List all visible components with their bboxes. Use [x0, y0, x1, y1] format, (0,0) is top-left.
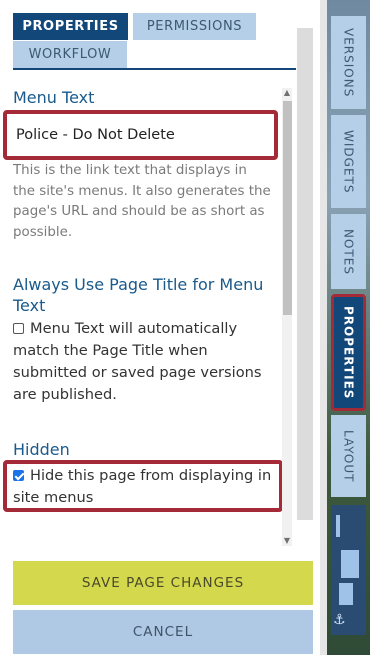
side-tab-notes[interactable]: NOTES — [331, 214, 366, 289]
layout-block-icon — [341, 550, 359, 578]
scroll-up-arrow-icon[interactable]: ▲ — [282, 88, 292, 98]
scroll-down-arrow-icon[interactable]: ▼ — [282, 536, 292, 546]
side-tab-widgets[interactable]: WIDGETS — [331, 115, 366, 208]
tab-properties[interactable]: PROPERTIES — [13, 13, 128, 40]
always-use-title-option[interactable]: Menu Text will automatically match the P… — [13, 318, 283, 406]
hide-from-menus-label: Hide this page from displaying in site m… — [13, 467, 272, 506]
menu-text-input[interactable] — [7, 114, 274, 156]
always-use-title-label: Menu Text will automatically match the P… — [13, 320, 262, 403]
layout-block-icon — [339, 583, 353, 605]
side-tab-layout-label: LAYOUT — [341, 429, 356, 483]
side-tab-notes-label: NOTES — [341, 228, 356, 275]
panel-scrollbar[interactable] — [297, 28, 313, 520]
hidden-heading: Hidden — [13, 440, 70, 459]
menu-text-help: This is the link text that displays in t… — [13, 163, 271, 240]
always-use-title-checkbox[interactable] — [13, 323, 24, 334]
side-tab-properties-label: PROPERTIES — [341, 305, 356, 400]
hidden-option[interactable]: Hide this page from displaying in site m… — [13, 465, 273, 509]
side-tab-versions[interactable]: VERSIONS — [331, 16, 366, 109]
layout-block-icon — [336, 515, 340, 537]
menu-text-heading: Menu Text — [13, 88, 95, 107]
anchor-icon[interactable]: ⚓ — [333, 612, 346, 628]
menu-text-field-highlight — [3, 110, 278, 160]
scrollbar-thumb[interactable] — [283, 101, 292, 315]
properties-panel: PROPERTIES PERMISSIONS WORKFLOW Menu Tex… — [0, 0, 320, 655]
side-tab-versions-label: VERSIONS — [341, 27, 356, 98]
always-use-title-heading: Always Use Page Title for Menu Text — [13, 275, 264, 315]
tab-permissions[interactable]: PERMISSIONS — [133, 13, 256, 40]
hide-from-menus-checkbox[interactable] — [13, 470, 24, 481]
side-tab-layout[interactable]: LAYOUT — [331, 415, 366, 497]
side-tab-widgets-label: WIDGETS — [341, 129, 356, 194]
side-tab-properties[interactable]: PROPERTIES — [331, 294, 366, 411]
tab-workflow[interactable]: WORKFLOW — [13, 41, 127, 68]
cancel-button[interactable]: CANCEL — [13, 610, 313, 654]
save-page-changes-button[interactable]: SAVE PAGE CHANGES — [13, 561, 313, 605]
tab-underline — [13, 68, 296, 70]
